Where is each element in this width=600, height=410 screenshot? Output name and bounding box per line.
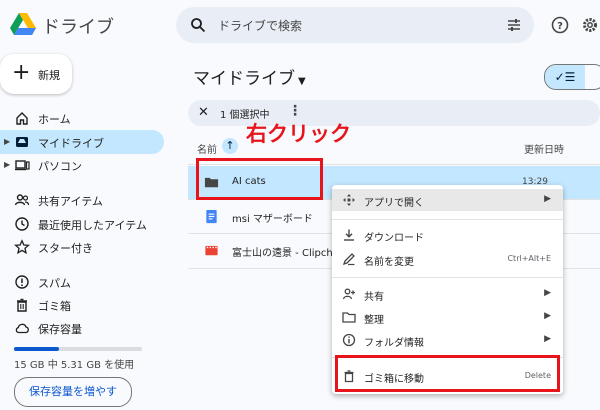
shared-icon (14, 194, 30, 206)
sidebar-item-label: スター付き (38, 242, 93, 255)
my-drive-icon (16, 137, 28, 147)
search-input[interactable]: ドライブで検索 (218, 17, 302, 34)
sidebar-item-my-drive[interactable]: ▶ マイドライブ (0, 130, 164, 154)
sidebar-item-storage[interactable]: 保存容量 (0, 316, 164, 340)
menu-item-folder-info[interactable]: フォルダ情報 ▶ (332, 329, 563, 351)
clock-icon (15, 217, 29, 231)
svg-text:?: ? (557, 21, 563, 32)
help-icon[interactable]: ? (551, 16, 569, 34)
menu-item-open-with[interactable]: アプリで開く ▶ (332, 189, 563, 211)
column-header-name[interactable]: 名前 (197, 141, 217, 156)
pencil-icon (342, 253, 355, 266)
menu-item-share[interactable]: 共有 ▶ (332, 283, 563, 305)
menu-item-shortcut: Ctrl+Alt+E (507, 254, 551, 263)
download-icon (344, 229, 354, 241)
menu-item-label: アプリで開く (364, 198, 424, 209)
storage-quota-text: 15 GB 中 5.31 GB を使用 (14, 360, 135, 371)
expand-caret-icon[interactable]: ▶ (4, 160, 10, 169)
menu-item-label: 整理 (364, 315, 384, 326)
search-options-icon[interactable] (506, 17, 522, 33)
menu-item-rename[interactable]: 名前を変更 Ctrl+Alt+E (332, 248, 563, 270)
menu-divider (332, 219, 563, 220)
page-title-text: マイドライブ (193, 69, 295, 89)
sidebar-item-home[interactable]: ホーム (0, 106, 164, 130)
storage-quota-fill (14, 347, 60, 351)
submenu-arrow-icon: ▶ (544, 194, 551, 204)
menu-item-label: フォルダ情報 (364, 338, 424, 349)
sidebar-item-label: 最近使用したアイテム (38, 219, 147, 232)
sort-ascending-icon[interactable]: ↑ (222, 138, 238, 154)
computer-icon (15, 160, 30, 171)
new-button-label: 新規 (38, 69, 60, 82)
folder-move-icon (342, 312, 356, 323)
menu-item-organize[interactable]: 整理 ▶ (332, 306, 563, 328)
column-header-modified[interactable]: 更新日時 (524, 141, 564, 156)
clear-selection-icon[interactable]: ✕ (198, 105, 209, 120)
sidebar-item-label: ホーム (38, 113, 71, 126)
sidebar-item-shared[interactable]: 共有アイテム (0, 188, 164, 212)
docs-icon (206, 209, 217, 224)
sidebar-item-label: 共有アイテム (38, 195, 103, 208)
submenu-arrow-icon: ▶ (544, 288, 551, 298)
annotation-highlight-trash (335, 355, 560, 392)
sidebar-item-starred[interactable]: スター付き (0, 235, 164, 259)
more-actions-icon[interactable]: ⋮ (288, 103, 302, 119)
star-icon (14, 239, 30, 255)
add-person-icon (342, 288, 355, 300)
spam-icon (15, 275, 29, 289)
annotation-highlight-folder (196, 158, 323, 200)
page-title[interactable]: マイドライブ ▼ (193, 64, 306, 89)
plus-icon: + (12, 60, 31, 85)
drive-logo-icon[interactable] (10, 12, 36, 36)
expand-caret-icon[interactable]: ▶ (4, 137, 10, 146)
search-icon (191, 18, 206, 33)
video-file-icon (205, 245, 218, 256)
new-button[interactable]: + 新規 (0, 54, 72, 94)
file-name: msi マザーボード (232, 214, 313, 225)
app-title: ドライブ (42, 17, 114, 38)
chevron-down-icon: ▼ (298, 76, 306, 87)
list-view-icon[interactable]: ✓☰ (545, 65, 585, 89)
menu-divider (332, 277, 563, 278)
move-arrows-icon (343, 194, 355, 206)
menu-item-label: 名前を変更 (364, 257, 414, 268)
sidebar-item-label: ゴミ箱 (38, 300, 71, 313)
sidebar-item-label: スパム (38, 277, 71, 290)
sidebar-item-label: パソコン (38, 160, 82, 173)
sidebar-item-label: マイドライブ (38, 137, 104, 150)
sidebar-item-computers[interactable]: ▶ パソコン (0, 153, 164, 177)
storage-quota-bar (14, 347, 142, 351)
file-name: 富士山の遠景 - Clipch (232, 248, 333, 259)
info-icon (342, 333, 356, 347)
view-toggle[interactable]: ✓☰ (544, 64, 600, 90)
sidebar-item-spam[interactable]: スパム (0, 270, 164, 294)
submenu-arrow-icon: ▶ (544, 311, 551, 321)
sidebar-item-trash[interactable]: ゴミ箱 (0, 293, 164, 317)
menu-item-download[interactable]: ダウンロード (332, 224, 563, 246)
submenu-arrow-icon: ▶ (544, 334, 551, 344)
annotation-right-click: 右クリック (246, 122, 351, 146)
menu-item-label: 共有 (364, 292, 384, 303)
home-icon (16, 112, 28, 125)
search-bar[interactable]: ドライブで検索 (176, 7, 534, 43)
get-more-storage-button[interactable]: 保存容量を増やす (14, 377, 132, 407)
cloud-icon (15, 323, 29, 334)
sidebar-item-recent[interactable]: 最近使用したアイテム (0, 212, 164, 236)
menu-item-label: ダウンロード (364, 233, 424, 244)
gear-icon[interactable] (581, 16, 599, 34)
sidebar-item-label: 保存容量 (38, 323, 82, 336)
trash-icon (17, 298, 27, 312)
